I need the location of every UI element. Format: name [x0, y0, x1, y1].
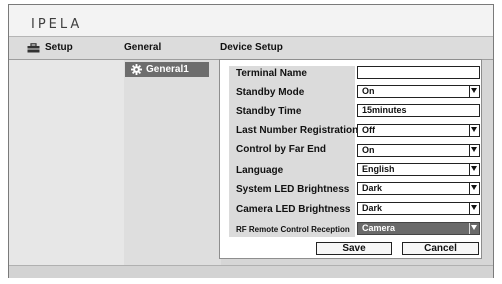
standby-time-value: 15minutes: [362, 105, 407, 115]
nav-device-setup[interactable]: Device Setup: [220, 42, 283, 53]
control-by-far-end-value: On: [362, 145, 375, 155]
menu-item-general1[interactable]: General1: [125, 62, 209, 77]
nav-general[interactable]: General: [124, 42, 161, 53]
nav-setup-label: Setup: [45, 42, 73, 53]
chevron-down-icon: [471, 185, 477, 190]
rf-remote-control-reception-select[interactable]: Camera: [357, 222, 480, 235]
last-number-registration-value: Off: [362, 125, 375, 135]
chevron-down-icon: [471, 225, 477, 230]
menu-item-general1-label: General1: [146, 64, 189, 75]
toolbox-icon: [27, 42, 40, 52]
gear-icon: [131, 64, 142, 75]
menu-column: [124, 60, 221, 265]
standby-mode-value: On: [362, 86, 375, 96]
chevron-down-icon: [471, 205, 477, 210]
status-footer: [9, 265, 493, 278]
terminal-name-label: Terminal Name: [236, 68, 307, 79]
breadcrumb-bar: Setup General Device Setup: [9, 36, 493, 60]
cancel-button[interactable]: Cancel: [402, 242, 479, 255]
language-select[interactable]: English: [357, 163, 480, 176]
chevron-down-icon: [471, 166, 477, 171]
terminal-name-input[interactable]: [357, 66, 480, 79]
standby-mode-label: Standby Mode: [236, 87, 305, 98]
system-led-brightness-label: System LED Brightness: [236, 184, 350, 195]
standby-mode-select[interactable]: On: [357, 85, 480, 98]
control-by-far-end-select[interactable]: On: [357, 144, 480, 157]
ipela-logo: IPELA: [31, 17, 83, 32]
last-number-registration-label: Last Number Registration: [236, 125, 359, 136]
rf-remote-control-reception-value: Camera: [362, 223, 396, 233]
camera-led-brightness-select[interactable]: Dark: [357, 202, 480, 215]
system-led-brightness-value: Dark: [362, 183, 383, 193]
chevron-down-icon: [471, 88, 477, 93]
standby-time-label: Standby Time: [236, 106, 302, 117]
chevron-down-icon: [471, 127, 477, 132]
nav-setup[interactable]: Setup: [27, 42, 73, 53]
system-led-brightness-select[interactable]: Dark: [357, 182, 480, 195]
last-number-registration-select[interactable]: Off: [357, 124, 480, 137]
language-value: English: [362, 164, 395, 174]
control-by-far-end-label: Control by Far End: [236, 144, 326, 155]
save-button[interactable]: Save: [316, 242, 392, 255]
camera-led-brightness-label: Camera LED Brightness: [236, 204, 351, 215]
title-bar: IPELA: [9, 5, 493, 36]
language-label: Language: [236, 165, 284, 176]
standby-time-input[interactable]: 15minutes: [357, 104, 480, 117]
chevron-down-icon: [471, 147, 477, 152]
camera-led-brightness-value: Dark: [362, 203, 383, 213]
left-column: [9, 60, 124, 265]
rf-remote-control-reception-label: RF Remote Control Reception: [236, 225, 350, 234]
